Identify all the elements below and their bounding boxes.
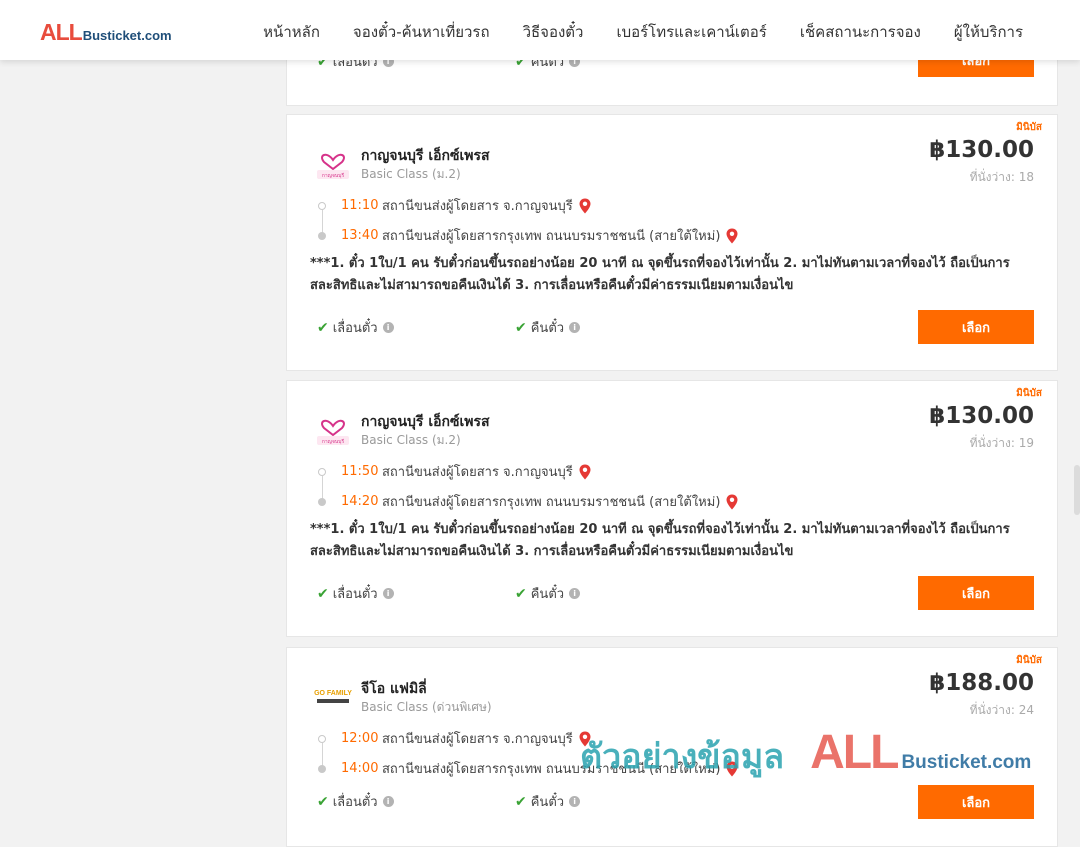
route-timeline — [317, 735, 327, 773]
map-pin-icon[interactable] — [726, 228, 738, 244]
feature-reschedule: ✔ เลื่อนตั๋ว i — [317, 317, 394, 338]
feature-refund: ✔ คืนตั๋ว i — [515, 791, 581, 812]
arrival-station: สถานีขนส่งผู้โดยสารกรุงเทพ ถนนบรมราชชนนี… — [382, 229, 721, 244]
feature-reschedule: ✔ เลื่อนตั๋ว i — [317, 791, 394, 812]
trip-card: มินิบัส กาญจนบุรี กาญจนบุรี เอ็กซ์เพรส B… — [286, 380, 1058, 637]
info-icon[interactable]: i — [382, 322, 394, 333]
nav-contact-counters[interactable]: เบอร์โทรและเคาน์เตอร์ — [616, 20, 766, 44]
ticket-price: ฿130.00 — [929, 403, 1034, 429]
check-icon: ✔ — [515, 793, 527, 810]
bus-class: Basic Class (ม.2) — [361, 167, 461, 181]
map-pin-icon[interactable] — [726, 494, 738, 510]
departure-stop: 11:50 สถานีขนส่งผู้โดยสาร จ.กาญจนบุรี — [341, 461, 591, 482]
departure-time: 12:00 — [341, 731, 379, 746]
departure-stop: 12:00 สถานีขนส่งผู้โดยสาร จ.กาญจนบุรี — [341, 728, 591, 749]
map-pin-icon[interactable] — [579, 198, 591, 214]
info-icon[interactable]: i — [569, 796, 581, 807]
ticket-price: ฿130.00 — [929, 137, 1034, 163]
vehicle-type-badge: มินิบัส — [1016, 655, 1042, 666]
ticket-price: ฿188.00 — [929, 670, 1034, 696]
feature-refund: ✔ คืนตั๋ว i — [515, 317, 581, 338]
check-icon: ✔ — [317, 793, 329, 810]
check-icon: ✔ — [515, 319, 527, 336]
check-icon: ✔ — [317, 585, 329, 602]
departure-time: 11:50 — [341, 464, 379, 479]
seats-available: ที่นั่งว่าง: 18 — [969, 170, 1034, 184]
site-logo[interactable]: ALL Busticket.com — [40, 19, 172, 46]
trip-conditions-note: ***1. ตั๋ว 1ใบ/1 คน รับตั๋วก่อนขึ้นรถอย่… — [310, 522, 1010, 559]
arrival-station: สถานีขนส่งผู้โดยสารกรุงเทพ ถนนบรมราชชนนี… — [382, 762, 721, 777]
map-pin-icon[interactable] — [726, 761, 738, 777]
seats-available: ที่นั่งว่าง: 24 — [969, 703, 1034, 717]
svg-text:GO FAMILY: GO FAMILY — [314, 690, 352, 697]
info-icon[interactable]: i — [569, 588, 581, 599]
trip-conditions-note: ***1. ตั๋ว 1ใบ/1 คน รับตั๋วก่อนขึ้นรถอย่… — [310, 256, 1010, 293]
info-icon[interactable]: i — [382, 796, 394, 807]
arrival-stop: 14:20 สถานีขนส่งผู้โดยสารกรุงเทพ ถนนบรมร… — [341, 491, 738, 512]
seats-available: ที่นั่งว่าง: 19 — [969, 436, 1034, 450]
scrollbar-thumb[interactable] — [1074, 465, 1080, 515]
arrival-stop: 14:00 สถานีขนส่งผู้โดยสารกรุงเทพ ถนนบรมร… — [341, 758, 738, 779]
nav-how-to-book[interactable]: วิธีจองตั๋ว — [523, 20, 584, 44]
operator-name: กาญจนบุรี เอ็กซ์เพรส — [361, 148, 490, 164]
nav-check-booking[interactable]: เช็คสถานะการจอง — [800, 20, 921, 44]
info-icon[interactable]: i — [569, 322, 581, 333]
departure-time: 11:10 — [341, 198, 379, 213]
check-icon: ✔ — [515, 585, 527, 602]
svg-text:กาญจนบุรี: กาญจนบุรี — [322, 438, 345, 445]
check-icon: ✔ — [317, 319, 329, 336]
arrival-station: สถานีขนส่งผู้โดยสารกรุงเทพ ถนนบรมราชชนนี… — [382, 495, 721, 510]
operator-logo: GO FAMILY — [313, 675, 353, 715]
nav-operators[interactable]: ผู้ให้บริการ — [954, 20, 1023, 44]
map-pin-icon[interactable] — [579, 464, 591, 480]
top-header: ALL Busticket.com หน้าหลัก จองตั๋ว-ค้นหา… — [0, 0, 1080, 60]
operator-logo: กาญจนบุรี — [313, 408, 353, 448]
arrival-time: 14:00 — [341, 761, 379, 776]
info-icon[interactable]: i — [382, 588, 394, 599]
arrival-time: 13:40 — [341, 228, 379, 243]
departure-stop: 11:10 สถานีขนส่งผู้โดยสาร จ.กาญจนบุรี — [341, 195, 591, 216]
bus-class: Basic Class (ด่วนพิเศษ) — [361, 700, 492, 714]
select-trip-button[interactable]: เลือก — [918, 310, 1034, 344]
vehicle-type-badge: มินิบัส — [1016, 388, 1042, 399]
trip-card: มินิบัส GO FAMILY จีโอ แฟมิลี่ Basic Cla… — [286, 647, 1058, 847]
main-nav: หน้าหลัก จองตั๋ว-ค้นหาเที่ยวรถ วิธีจองตั… — [263, 20, 1023, 44]
operator-logo: กาญจนบุรี — [313, 142, 353, 182]
logo-suffix: Busticket.com — [82, 28, 172, 43]
vehicle-type-badge: มินิบัส — [1016, 122, 1042, 133]
page-scrollbar[interactable] — [1072, 60, 1080, 800]
nav-search-trips[interactable]: จองตั๋ว-ค้นหาเที่ยวรถ — [353, 20, 490, 44]
bus-class: Basic Class (ม.2) — [361, 433, 461, 447]
select-trip-button[interactable]: เลือก — [918, 785, 1034, 819]
logo-prefix: ALL — [40, 19, 83, 45]
feature-reschedule: ✔ เลื่อนตั๋ว i — [317, 583, 394, 604]
svg-text:กาญจนบุรี: กาญจนบุรี — [322, 172, 345, 179]
route-timeline — [317, 468, 327, 506]
operator-name: จีโอ แฟมิลี่ — [361, 681, 427, 697]
route-timeline — [317, 202, 327, 240]
departure-station: สถานีขนส่งผู้โดยสาร จ.กาญจนบุรี — [382, 465, 573, 480]
departure-station: สถานีขนส่งผู้โดยสาร จ.กาญจนบุรี — [382, 732, 573, 747]
trip-card: มินิบัส กาญจนบุรี กาญจนบุรี เอ็กซ์เพรส B… — [286, 114, 1058, 371]
feature-refund: ✔ คืนตั๋ว i — [515, 583, 581, 604]
departure-station: สถานีขนส่งผู้โดยสาร จ.กาญจนบุรี — [382, 199, 573, 214]
select-trip-button[interactable]: เลือก — [918, 576, 1034, 610]
map-pin-icon[interactable] — [579, 731, 591, 747]
operator-name: กาญจนบุรี เอ็กซ์เพรส — [361, 414, 490, 430]
nav-home[interactable]: หน้าหลัก — [263, 20, 320, 44]
arrival-time: 14:20 — [341, 494, 379, 509]
arrival-stop: 13:40 สถานีขนส่งผู้โดยสารกรุงเทพ ถนนบรมร… — [341, 225, 738, 246]
